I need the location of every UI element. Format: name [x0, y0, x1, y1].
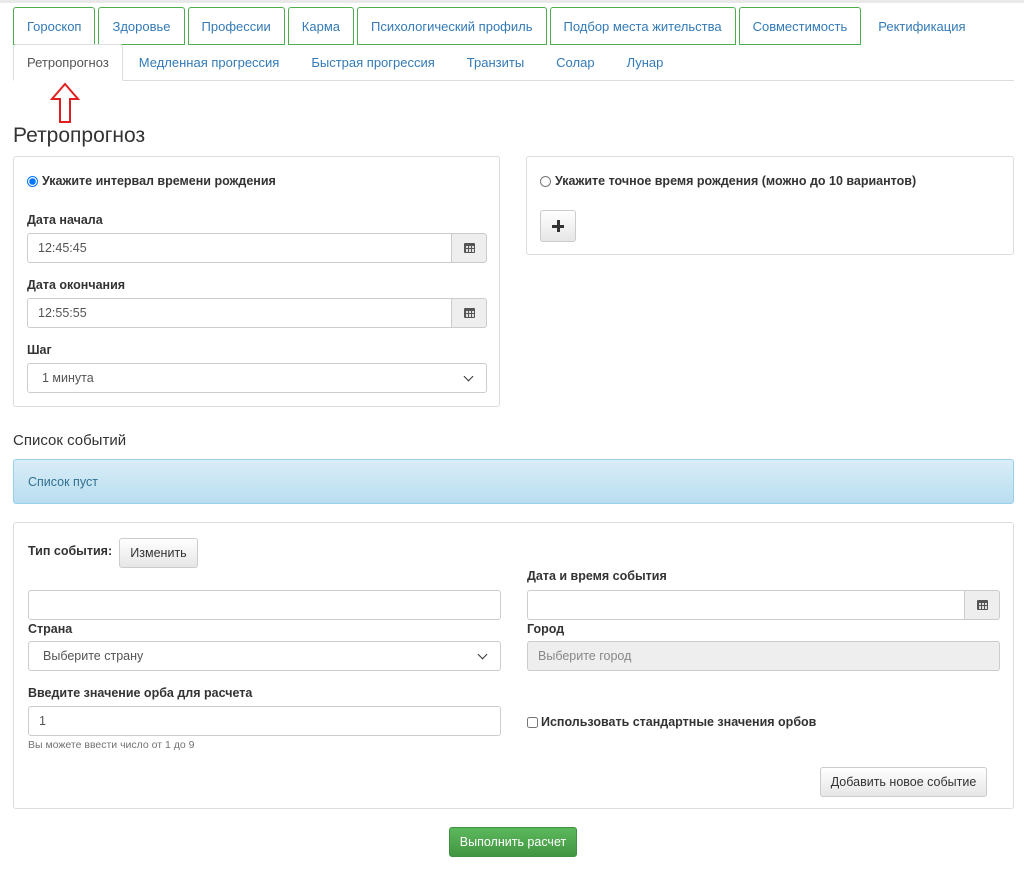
tab-compatibility[interactable]: Совместимость [738, 7, 862, 45]
tab-health[interactable]: Здоровье [98, 7, 185, 45]
start-date-label: Дата начала [27, 213, 103, 227]
orb-input[interactable]: 1 [28, 706, 501, 736]
standard-orbs-checkbox[interactable] [527, 716, 538, 728]
event-type-input[interactable] [28, 590, 501, 620]
exact-radio[interactable] [540, 175, 551, 187]
end-date-label: Дата окончания [27, 278, 126, 292]
calculate-button[interactable]: Выполнить расчет [449, 827, 577, 857]
page-title: Ретропрогноз [13, 124, 146, 147]
tab-lunar[interactable]: Лунар [611, 44, 680, 81]
exact-radio-label[interactable]: Укажите точное время рождения (можно до … [540, 174, 916, 188]
standard-orbs-label[interactable]: Использовать стандартные значения орбов [527, 715, 816, 729]
interval-radio[interactable] [27, 175, 38, 187]
calendar-icon [463, 243, 475, 253]
end-date-calendar-button[interactable] [452, 298, 487, 328]
tab-slow-progression[interactable]: Медленная прогрессия [123, 44, 296, 81]
tab-retroprognosis[interactable]: Ретропрогноз [13, 44, 123, 81]
country-select-value: Выберите страну [43, 649, 144, 663]
sub-tabs: Ретропрогноз Медленная прогрессия Быстра… [13, 44, 1014, 81]
tab-karma[interactable]: Карма [287, 7, 354, 45]
tab-transits[interactable]: Транзиты [451, 44, 540, 81]
interval-radio-label[interactable]: Укажите интервал времени рождения [27, 174, 276, 188]
events-title: Список событий [13, 432, 127, 449]
plus-icon [552, 220, 564, 232]
interval-panel: Укажите интервал времени рождения Дата н… [13, 156, 500, 407]
country-select[interactable]: Выберите страну [28, 641, 501, 671]
start-date-calendar-button[interactable] [452, 233, 487, 263]
step-select[interactable]: 1 минута [27, 363, 487, 393]
event-datetime-label: Дата и время события [527, 569, 667, 583]
add-event-button[interactable]: Добавить новое событие [820, 767, 987, 797]
city-input: Выберите город [527, 641, 1000, 671]
event-datetime-group [527, 590, 1000, 620]
tab-solar[interactable]: Солар [540, 44, 610, 81]
event-datetime-input[interactable] [527, 590, 965, 620]
top-divider [0, 0, 1024, 3]
change-event-type-button[interactable]: Изменить [119, 538, 198, 568]
orb-label: Введите значение орба для расчета [28, 686, 253, 700]
events-empty-alert: Список пуст [13, 459, 1014, 504]
event-type-label: Тип события: [28, 544, 113, 558]
tab-residence[interactable]: Подбор места жительства [549, 7, 736, 45]
step-label: Шаг [27, 343, 52, 357]
tab-fast-progression[interactable]: Быстрая прогрессия [295, 44, 450, 81]
standard-orbs-text: Использовать стандартные значения орбов [541, 715, 817, 729]
annotation-arrow-up-icon [50, 82, 80, 123]
tab-horoscope[interactable]: Гороскоп [13, 7, 96, 45]
event-form-panel: Тип события: Изменить Дата и время событ… [13, 522, 1014, 809]
main-tabs: Гороскоп Здоровье Профессии Карма Психол… [13, 7, 983, 45]
chevron-down-icon [477, 649, 488, 659]
exact-time-panel: Укажите точное время рождения (можно до … [526, 156, 1014, 255]
end-date-group: 12:55:55 [27, 298, 487, 328]
calendar-icon [463, 308, 475, 318]
start-date-input[interactable]: 12:45:45 [27, 233, 452, 263]
tab-rectification[interactable]: Ректификация [864, 7, 980, 45]
add-time-button[interactable] [540, 210, 576, 242]
event-datetime-calendar-button[interactable] [965, 590, 1000, 620]
tab-psych-profile[interactable]: Психологический профиль [356, 7, 547, 45]
tab-professions[interactable]: Профессии [187, 7, 285, 45]
city-label: Город [527, 622, 565, 636]
interval-radio-text: Укажите интервал времени рождения [42, 174, 276, 188]
exact-radio-text: Укажите точное время рождения (можно до … [555, 174, 917, 188]
chevron-down-icon [463, 371, 474, 381]
end-date-input[interactable]: 12:55:55 [27, 298, 452, 328]
step-select-value: 1 минута [42, 371, 94, 385]
calendar-icon [976, 600, 988, 610]
orb-help-text: Вы можете ввести число от 1 до 9 [28, 739, 195, 751]
country-label: Страна [28, 622, 73, 636]
start-date-group: 12:45:45 [27, 233, 487, 263]
